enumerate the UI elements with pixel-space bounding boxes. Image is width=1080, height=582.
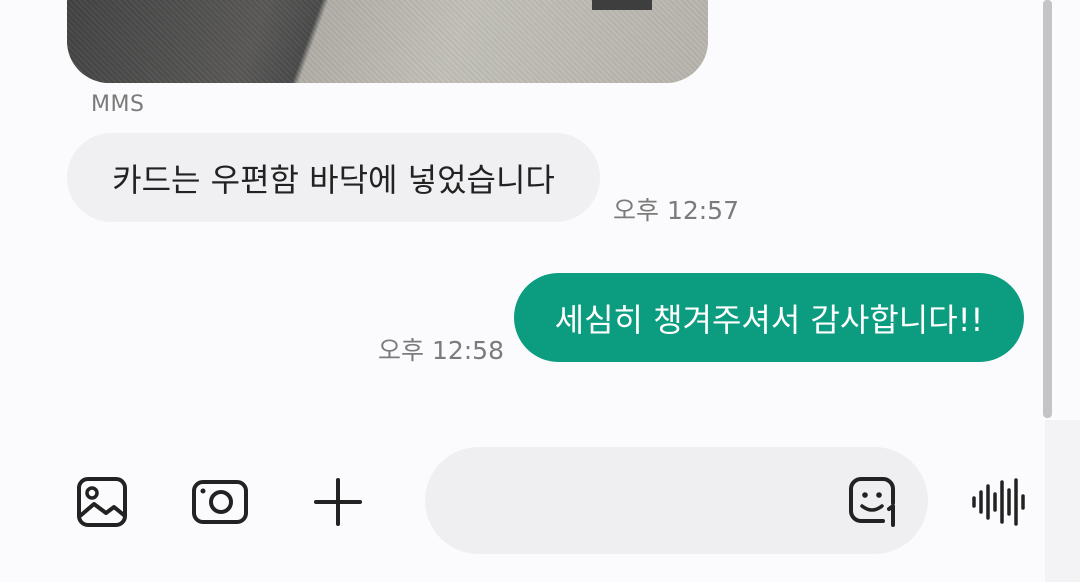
outgoing-message-time: 오후 12:58 <box>378 336 504 365</box>
mms-label: MMS <box>91 92 145 117</box>
message-input[interactable] <box>465 447 829 556</box>
incoming-message-bubble[interactable]: 카드는 우편함 바닥에 넣었습니다 <box>67 133 600 222</box>
outgoing-message-text: 세심히 챙겨주셔서 감사합니다!! <box>554 300 984 339</box>
camera-button[interactable] <box>188 472 252 532</box>
voice-record-button[interactable] <box>968 472 1030 532</box>
sticker-button[interactable] <box>845 473 903 529</box>
incoming-message-time: 오후 12:57 <box>613 196 739 225</box>
add-attachment-button[interactable] <box>308 472 368 532</box>
gallery-button[interactable] <box>72 472 132 532</box>
plus-icon <box>314 478 362 526</box>
camera-icon <box>192 480 248 524</box>
voice-wave-icon <box>972 478 1025 526</box>
message-input-container[interactable] <box>425 447 928 556</box>
photo-detail <box>592 0 652 10</box>
image-icon <box>77 477 127 527</box>
incoming-message-text: 카드는 우편함 바닥에 넣었습니다 <box>112 160 555 199</box>
scrollbar[interactable] <box>1043 0 1052 418</box>
photo-texture <box>67 0 708 83</box>
outgoing-message-bubble[interactable]: 세심히 챙겨주셔서 감사합니다!! <box>514 273 1024 362</box>
edge-panel <box>1045 420 1080 582</box>
attached-photo[interactable] <box>67 0 708 83</box>
sticker-icon <box>849 477 895 527</box>
